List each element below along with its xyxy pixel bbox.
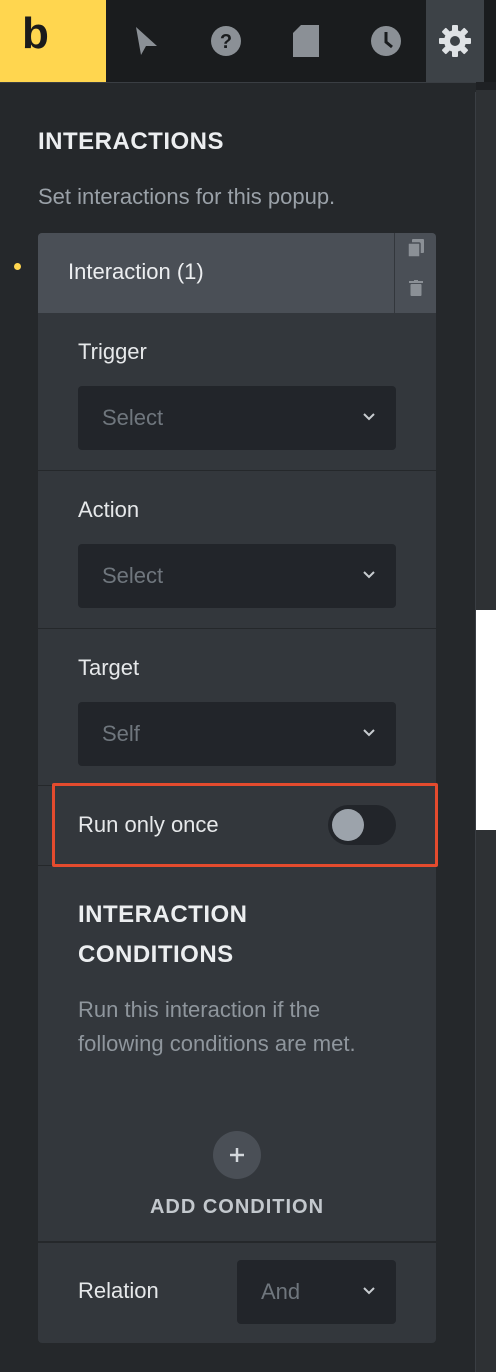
- conditions-title: INTERACTION CONDITIONS: [78, 901, 248, 968]
- copy-icon: [408, 239, 424, 257]
- action-select[interactable]: Select: [78, 544, 396, 608]
- target-field: Target Self: [38, 629, 436, 786]
- trigger-select[interactable]: Select: [78, 386, 396, 450]
- target-select[interactable]: Self: [78, 702, 396, 766]
- history-icon: [371, 26, 401, 56]
- interaction-title: Interaction (1): [68, 259, 204, 284]
- toolbar-divider: [0, 82, 476, 92]
- action-value: Select: [102, 563, 164, 588]
- delete-button[interactable]: [407, 279, 425, 297]
- canvas-background: [476, 90, 496, 1372]
- add-condition-label[interactable]: ADD CONDITION: [38, 1196, 436, 1219]
- highlight-box: [52, 783, 438, 867]
- history-button[interactable]: [346, 0, 426, 82]
- settings-icon: [439, 25, 471, 57]
- help-icon: ?: [211, 26, 241, 56]
- select-element-button[interactable]: [106, 0, 186, 82]
- duplicate-button[interactable]: [407, 239, 425, 257]
- chevron-down-icon: [363, 729, 375, 737]
- chevron-down-icon: [363, 413, 375, 421]
- trash-icon: [409, 280, 423, 296]
- page-icon: [293, 25, 319, 57]
- relation-select[interactable]: And: [237, 1260, 396, 1324]
- interaction-tools: [394, 233, 436, 313]
- logo-button[interactable]: b: [0, 0, 106, 82]
- active-indicator-dot: [14, 263, 21, 270]
- plus-icon: [230, 1148, 244, 1162]
- logo-letter: b: [22, 9, 49, 58]
- trigger-field: Trigger Select: [38, 313, 436, 471]
- trigger-label: Trigger: [78, 339, 147, 364]
- settings-button[interactable]: [426, 0, 484, 82]
- target-value: Self: [102, 721, 140, 746]
- relation-label: Relation: [78, 1278, 159, 1303]
- canvas-preview: [476, 610, 496, 830]
- svg-text:?: ?: [220, 31, 232, 53]
- section-title: INTERACTIONS: [38, 128, 224, 155]
- target-label: Target: [78, 655, 140, 680]
- chevron-down-icon: [363, 1287, 375, 1295]
- trigger-value: Select: [102, 405, 164, 430]
- top-toolbar: b ?: [0, 0, 496, 82]
- pages-button[interactable]: [266, 0, 346, 82]
- help-button[interactable]: ?: [186, 0, 266, 82]
- conditions-description: Run this interaction if the following co…: [78, 997, 356, 1056]
- relation-value: And: [261, 1279, 301, 1304]
- relation-row: Relation And: [38, 1241, 436, 1343]
- settings-panel: b ? INTERACTIONS Set interactions for th…: [0, 0, 496, 1372]
- action-field: Action Select: [38, 471, 436, 629]
- cursor-icon: [136, 27, 157, 55]
- add-condition-button[interactable]: [213, 1131, 261, 1179]
- section-description: Set interactions for this popup.: [38, 184, 336, 209]
- interaction-header[interactable]: Interaction (1): [38, 233, 436, 313]
- chevron-down-icon: [363, 571, 375, 579]
- action-label: Action: [78, 497, 140, 522]
